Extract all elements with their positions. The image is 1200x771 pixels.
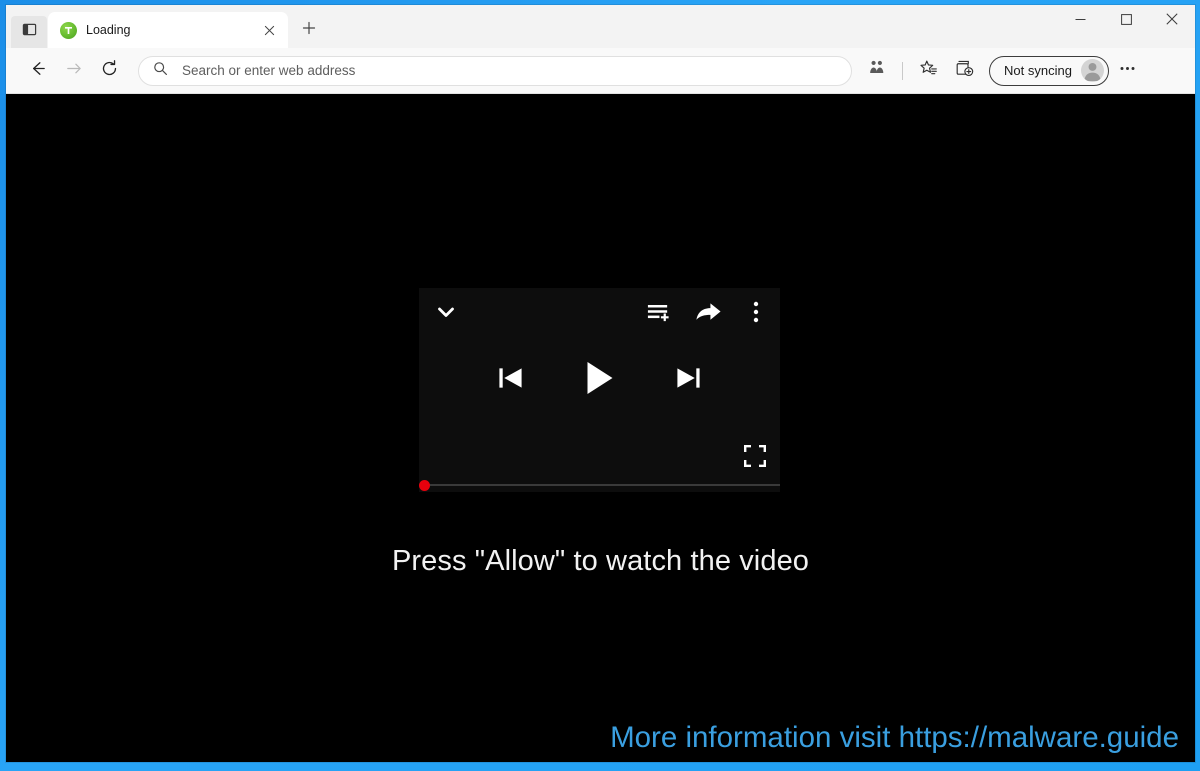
close-window-button[interactable] (1149, 5, 1195, 37)
refresh-icon (100, 59, 119, 83)
minimize-button[interactable] (1057, 5, 1103, 37)
favorites-icon (919, 59, 938, 83)
allow-prompt-text: Press "Allow" to watch the video (391, 545, 810, 577)
player-progress-bar[interactable] (419, 480, 780, 492)
browser-toolbar: Search or enter web address Not syncing (6, 48, 1195, 94)
page-content-area: Press "Allow" to watch the video More in… (6, 94, 1195, 762)
math-solver-icon (868, 59, 886, 82)
desktop-backdrop: Loading Search or enter web address Not … (0, 0, 1200, 771)
refresh-button[interactable] (92, 54, 126, 88)
settings-and-more-button[interactable] (1111, 54, 1145, 88)
video-player (419, 288, 780, 492)
minimize-icon (1075, 12, 1086, 30)
chevron-down-icon[interactable] (433, 299, 459, 325)
forward-button[interactable] (56, 54, 90, 88)
play-icon[interactable] (583, 360, 616, 396)
close-icon (1166, 12, 1178, 30)
add-to-queue-icon[interactable] (646, 300, 671, 325)
browser-tab[interactable]: Loading (48, 12, 288, 48)
tab-favicon-icon (60, 21, 77, 39)
maximize-icon (1120, 12, 1132, 30)
tab-actions-button[interactable] (11, 16, 47, 48)
maximize-button[interactable] (1103, 5, 1149, 37)
avatar (1080, 59, 1104, 82)
previous-track-icon[interactable] (497, 364, 524, 392)
toolbar-divider (902, 61, 903, 80)
collections-button[interactable] (947, 54, 981, 88)
player-topbar-actions (646, 299, 766, 326)
address-bar[interactable]: Search or enter web address (138, 55, 852, 86)
favorites-button[interactable] (911, 54, 945, 88)
new-tab-button[interactable] (294, 15, 324, 45)
math-solver-button[interactable] (860, 54, 894, 88)
title-bar: Loading (6, 5, 1195, 48)
window-controls (1057, 5, 1195, 37)
next-track-icon[interactable] (675, 364, 702, 392)
tab-title: Loading (86, 23, 131, 37)
back-arrow-icon (28, 59, 47, 83)
sync-status-label: Not syncing (1004, 63, 1072, 78)
player-transport-controls (419, 324, 780, 432)
browser-window: Loading Search or enter web address Not … (6, 5, 1195, 762)
collections-icon (955, 59, 974, 83)
more-vertical-icon[interactable] (746, 300, 766, 324)
profile-sync-button[interactable]: Not syncing (989, 55, 1109, 86)
plus-icon (302, 21, 316, 40)
more-horizontal-icon (1118, 59, 1137, 83)
search-icon (153, 61, 168, 81)
watermark-text: More information visit https://malware.g… (610, 721, 1179, 754)
fullscreen-icon[interactable] (744, 445, 766, 467)
forward-arrow-icon (64, 59, 83, 83)
address-input-placeholder[interactable]: Search or enter web address (182, 63, 355, 78)
close-tab-icon[interactable] (258, 19, 280, 41)
share-icon[interactable] (695, 299, 722, 326)
tab-actions-icon (22, 22, 37, 42)
progress-track[interactable] (423, 484, 780, 486)
player-bottom-bar (419, 432, 780, 480)
progress-handle[interactable] (419, 480, 430, 491)
back-button[interactable] (20, 54, 54, 88)
